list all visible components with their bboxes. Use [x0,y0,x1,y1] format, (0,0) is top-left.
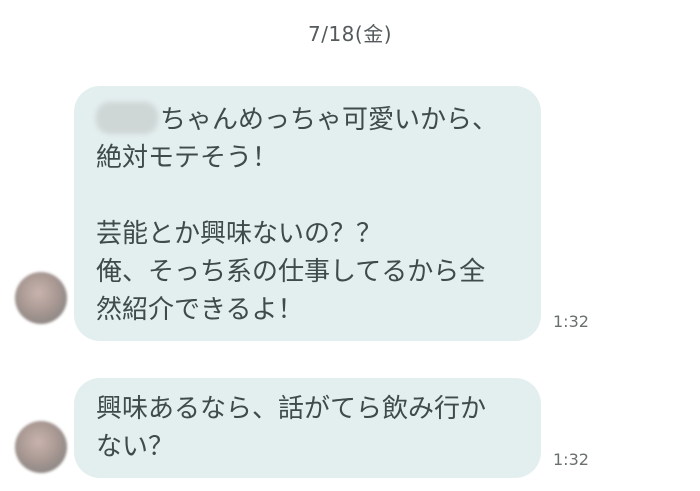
message-bubble[interactable]: ちゃんめっちゃ可愛いから、 絶対モテそう！ 芸能とか興味ないの？？ 俺、そっち系… [74,86,541,341]
sender-avatar[interactable] [15,272,67,324]
message-line: 芸能とか興味ないの？？ [96,219,383,249]
message-line: 興味あるなら、話がてら飲み行か [96,394,487,424]
date-separator: 7/18(金) [307,22,393,46]
message-line: 然紹介できるよ！ [96,295,304,325]
message-bubble[interactable]: 興味あるなら、話がてら飲み行か ない？ [74,378,541,478]
message-line: ない？ [96,432,175,462]
message-line-text: ちゃんめっちゃ可愛いから、 [160,105,499,135]
message-line: ちゃんめっちゃ可愛いから、 [96,101,521,139]
message-line: 俺、そっち系の仕事してるから全 [96,257,486,287]
message-timestamp: 1:32 [553,450,589,469]
message-timestamp: 1:32 [553,312,589,331]
redacted-name [96,102,158,134]
sender-avatar[interactable] [15,421,67,473]
message-line: 絶対モテそう！ [96,143,279,173]
